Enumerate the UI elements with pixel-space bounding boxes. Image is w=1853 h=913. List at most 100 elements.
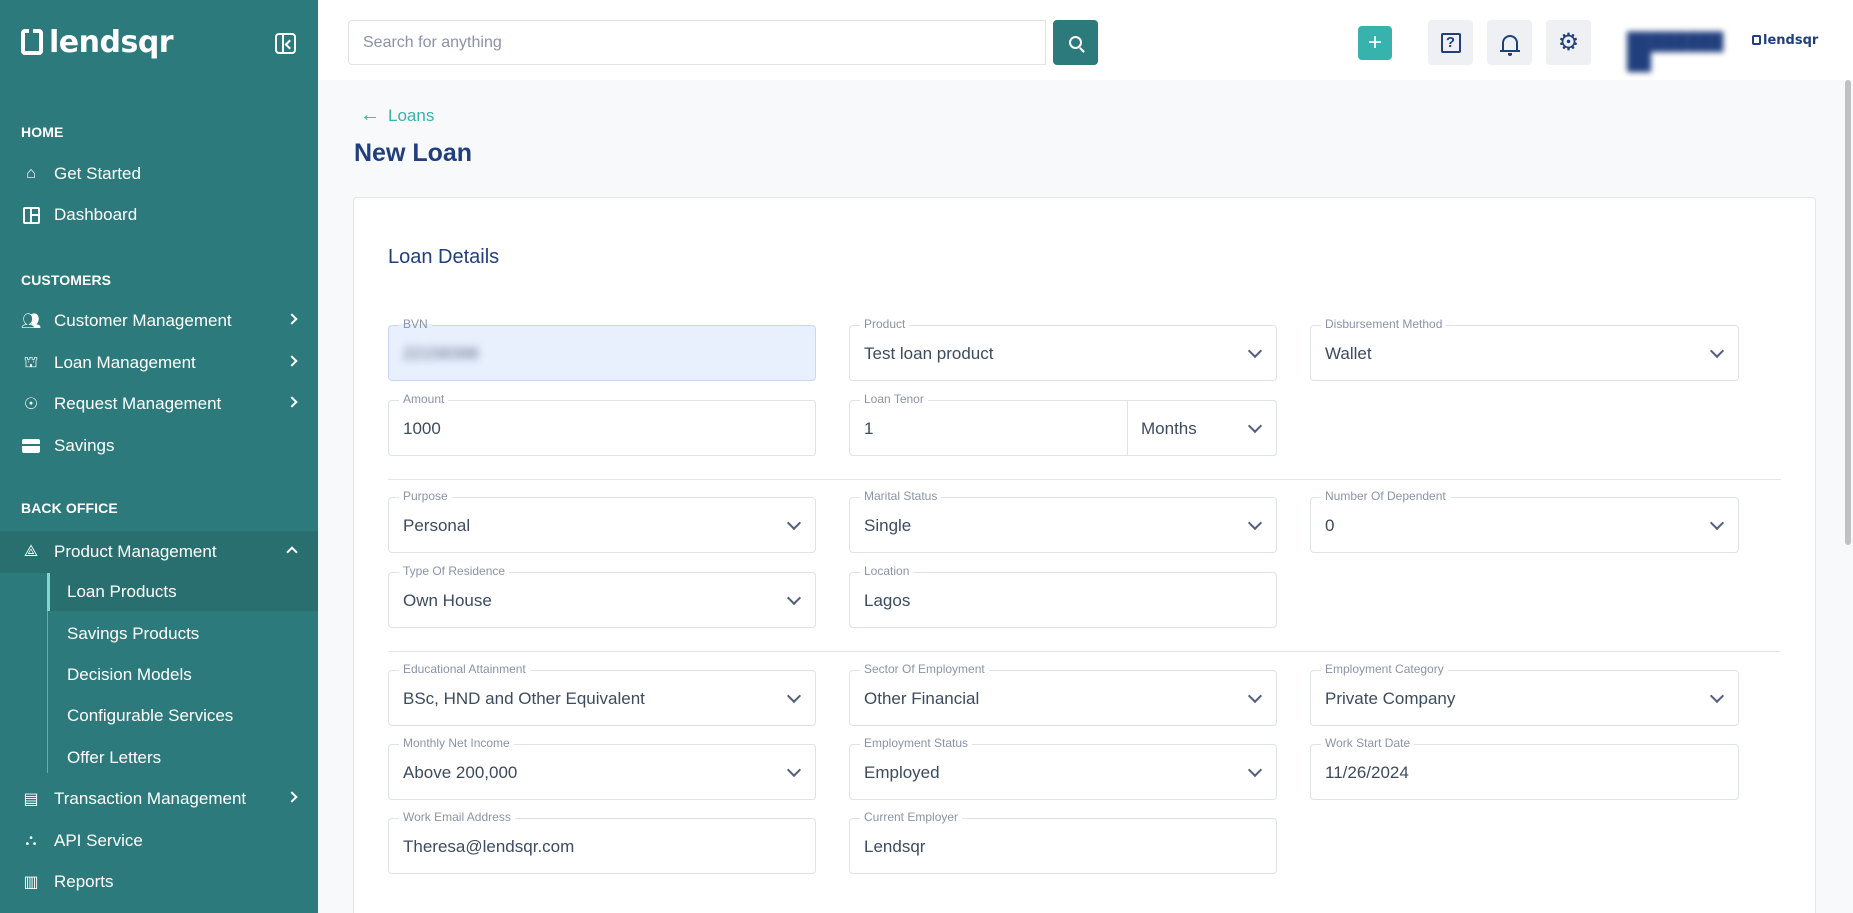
sidebar-item-api-service[interactable]: ⛬ API Service <box>0 822 318 860</box>
search-input[interactable] <box>348 20 1046 65</box>
sidebar-item-product-management[interactable]: ⟁ Product Management <box>0 531 318 573</box>
residence-type-select[interactable]: Type Of Residence Own House <box>388 564 816 628</box>
section-divider <box>388 651 1781 652</box>
field-label: Location <box>860 564 914 578</box>
field-label: Educational Attainment <box>399 662 530 676</box>
sidebar-subitem-loan-products[interactable]: Loan Products <box>47 573 318 611</box>
marital-status-select[interactable]: Marital Status Single <box>849 489 1277 553</box>
field-label: Work Email Address <box>399 810 515 824</box>
purpose-select[interactable]: Purpose Personal <box>388 489 816 553</box>
chevron-down-icon <box>1247 688 1263 704</box>
product-select[interactable]: Product Test loan product <box>849 317 1277 381</box>
field-label: Work Start Date <box>1321 736 1415 750</box>
field-label: BVN <box>399 317 432 331</box>
institution-icon: ⛬ <box>25 832 37 849</box>
field-value: Private Company <box>1325 689 1456 708</box>
field-value: Single <box>864 516 912 535</box>
add-button[interactable]: + <box>1358 26 1392 60</box>
work-start-date-input[interactable]: Work Start Date 11/26/2024 <box>1310 736 1739 800</box>
back-link-label: Loans <box>388 105 435 125</box>
sidebar-item-reports[interactable]: ▥ Reports <box>0 863 318 901</box>
user-name-blurred[interactable]: ████████ ██ <box>1627 32 1727 72</box>
field-value: Lagos <box>864 591 911 610</box>
card-title: Loan Details <box>388 246 500 268</box>
section-customers: CUSTOMERS <box>21 272 112 288</box>
location-input[interactable]: Location Lagos <box>849 564 1277 628</box>
help-button[interactable]: ? <box>1428 20 1473 65</box>
chevron-down-icon <box>1709 688 1725 704</box>
employment-status-select[interactable]: Employment Status Employed <box>849 736 1277 800</box>
section-divider <box>388 479 1781 480</box>
sidebar-subitem-configurable-services[interactable]: Configurable Services <box>47 697 318 735</box>
chevron-down-icon <box>1709 515 1725 531</box>
settings-button[interactable]: ⚙ <box>1546 20 1591 65</box>
sidebar-item-label: Request Management <box>54 394 222 413</box>
document-icon: ▤ <box>23 791 39 808</box>
disbursement-method-select[interactable]: Disbursement Method Wallet <box>1310 317 1739 381</box>
chevron-down-icon <box>1247 515 1263 531</box>
briefcase-icon <box>22 439 40 453</box>
field-value: 22158398 <box>403 344 479 363</box>
field-value: 11/26/2024 <box>1325 763 1409 782</box>
field-label: Monthly Net Income <box>399 736 514 750</box>
search-icon <box>1069 36 1082 49</box>
bank-icon: ⛫ <box>23 354 39 371</box>
sidebar-item-label: Dashboard <box>54 205 138 224</box>
notifications-button[interactable] <box>1487 20 1532 65</box>
field-label: Type Of Residence <box>399 564 510 578</box>
sidebar-item-dashboard[interactable]: Dashboard <box>0 196 318 234</box>
field-value: Employed <box>864 763 940 782</box>
field-value: Other Financial <box>864 689 980 708</box>
page-title: New Loan <box>354 139 473 167</box>
page-scrollbar[interactable] <box>1845 80 1851 545</box>
current-employer-input[interactable]: Current Employer Lendsqr <box>849 810 1277 874</box>
collapse-sidebar-icon[interactable] <box>275 33 296 54</box>
sidebar-item-get-started[interactable]: ⌂ Get Started <box>0 155 318 193</box>
sidebar-subitem-label: Loan Products <box>67 582 177 601</box>
sidebar-item-savings[interactable]: Savings <box>0 427 318 465</box>
field-value: Above 200,000 <box>403 763 518 782</box>
sidebar-subitem-label: Savings Products <box>67 624 200 643</box>
sidebar-item-transaction-management[interactable]: ▤ Transaction Management <box>0 780 318 818</box>
hand-coins-icon: ☉ <box>23 396 39 413</box>
bvn-field[interactable]: BVN 22158398 <box>388 317 816 381</box>
sidebar-subitem-offer-letters[interactable]: Offer Letters <box>47 739 318 777</box>
sidebar-subitem-savings-products[interactable]: Savings Products <box>47 615 318 653</box>
work-email-input[interactable]: Work Email Address Theresa@lendsqr.com <box>388 810 816 874</box>
education-select[interactable]: Educational Attainment BSc, HND and Othe… <box>388 662 816 726</box>
sidebar-subitem-decision-models[interactable]: Decision Models <box>47 656 318 694</box>
sidebar-item-request-management[interactable]: ☉ Request Management <box>0 385 318 423</box>
sidebar-item-loan-management[interactable]: ⛫ Loan Management <box>0 344 318 382</box>
sidebar-item-label: API Service <box>54 831 143 850</box>
tenor-unit-select[interactable]: Months <box>1128 400 1277 456</box>
chevron-down-icon <box>786 590 802 606</box>
amount-input[interactable]: Amount 1000 <box>388 392 816 456</box>
sidebar-item-label: Get Started <box>54 164 141 183</box>
sidebar-item-label: Transaction Management <box>54 789 247 808</box>
chevron-down-icon <box>786 515 802 531</box>
monthly-income-select[interactable]: Monthly Net Income Above 200,000 <box>388 736 816 800</box>
field-label: Current Employer <box>860 810 963 824</box>
field-value: Lendsqr <box>864 837 926 856</box>
org-logo[interactable]: lendsqr <box>1752 33 1818 48</box>
field-value: 1000 <box>403 419 441 438</box>
field-value: Test loan product <box>864 344 994 363</box>
brand-logo[interactable]: lendsqr <box>21 25 174 60</box>
dependents-select[interactable]: Number Of Dependent 0 <box>1310 489 1739 553</box>
field-value: 1 <box>864 419 874 438</box>
users-icon: 👥︎ <box>20 313 42 330</box>
chevron-down-icon <box>1709 343 1725 359</box>
sidebar-item-label: Savings <box>54 436 115 455</box>
employment-sector-select[interactable]: Sector Of Employment Other Financial <box>849 662 1277 726</box>
field-label: Marital Status <box>860 489 942 503</box>
sidebar-item-customer-management[interactable]: 👥︎ Customer Management <box>0 302 318 340</box>
back-to-loans-link[interactable]: ← Loans <box>360 104 434 127</box>
sidebar-subitem-label: Offer Letters <box>67 748 162 767</box>
chevron-right-icon <box>286 355 298 367</box>
employment-category-select[interactable]: Employment Category Private Company <box>1310 662 1739 726</box>
field-label: Employment Category <box>1321 662 1448 676</box>
field-label: Amount <box>399 392 449 406</box>
dashboard-icon <box>22 206 40 224</box>
search-button[interactable] <box>1053 20 1098 65</box>
sidebar-item-label: Loan Management <box>54 353 196 372</box>
